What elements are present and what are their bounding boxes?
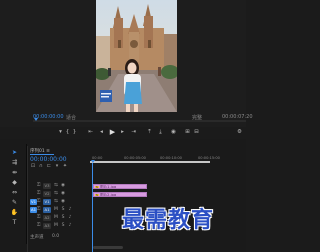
ruler-tick-label: 00:00:05:00 <box>124 156 146 160</box>
video-preview <box>96 0 177 112</box>
hand-tool[interactable]: ✋ <box>10 209 19 217</box>
go-to-in-button[interactable]: ⇤ <box>87 129 94 136</box>
add-marker-icon[interactable]: ▾ <box>54 164 60 169</box>
mark-out-button[interactable]: } <box>71 129 78 136</box>
source-patch-a1[interactable]: A1 <box>30 207 37 213</box>
microphone-icon[interactable]: ♪ <box>67 207 73 212</box>
fx-badge-icon: fx <box>95 185 99 189</box>
program-playhead[interactable] <box>34 118 38 121</box>
tools-panel: ➤ ⇶ ⇹ ◆ ⇔ ✎ ✋ T <box>4 144 27 244</box>
lift-button[interactable]: ⤒ <box>146 129 153 136</box>
microphone-icon[interactable]: ♪ <box>67 215 73 220</box>
sync-lock-icon[interactable]: ⇆ <box>53 191 59 196</box>
lock-icon[interactable]: ⚿ <box>37 191 42 196</box>
track-select-tool[interactable]: ⇶ <box>10 159 19 167</box>
type-tool[interactable]: T <box>10 219 19 227</box>
mute-icon[interactable]: M <box>53 215 59 220</box>
track-target-a2[interactable]: A2 <box>43 215 51 221</box>
timeline-scrollbar[interactable] <box>93 246 123 249</box>
sequence-tab-indicator <box>30 154 54 155</box>
program-monitor: 00:00:00:00 适合 完整 00:00:07:20 ▾{} ⇤ ◂ ▶ ▸ ⇥ ⤒ ⤓… <box>0 0 253 136</box>
eye-icon[interactable]: ◉ <box>60 183 66 188</box>
clip-label: 图片2.jpg <box>100 193 117 197</box>
solo-icon[interactable]: S <box>60 207 66 212</box>
razor-tool[interactable]: ◆ <box>10 179 19 187</box>
eye-icon[interactable]: ◉ <box>60 199 66 204</box>
wrench-icon[interactable]: ✦ <box>62 164 68 169</box>
clip-label: 图片1.jpg <box>100 185 117 189</box>
lock-icon[interactable]: ⚿ <box>37 223 42 228</box>
mark-in-button[interactable]: { <box>64 129 71 136</box>
source-patch-v1[interactable]: V1 <box>30 199 37 205</box>
pen-tool[interactable]: ✎ <box>10 199 19 207</box>
track-target-a1[interactable]: A1 <box>43 207 51 213</box>
ripple-edit-tool[interactable]: ⇹ <box>10 169 19 177</box>
lock-icon[interactable]: ⚿ <box>37 207 42 212</box>
settings-button[interactable]: ⚙ <box>236 129 243 136</box>
slip-tool[interactable]: ⇔ <box>10 189 19 197</box>
sync-lock-icon[interactable]: ⇆ <box>53 199 59 204</box>
track-target-v2[interactable]: V2 <box>43 191 51 197</box>
overwrite-button[interactable]: ⊟ <box>193 129 200 136</box>
microphone-icon[interactable]: ♪ <box>67 223 73 228</box>
ruler-tick-label: 00:00:15:00 <box>198 156 220 160</box>
add-marker-button[interactable]: ▾ <box>57 129 64 136</box>
extract-button[interactable]: ⤓ <box>157 129 164 136</box>
program-time-ruler[interactable] <box>33 120 246 122</box>
master-volume-value[interactable]: 0.0 <box>52 234 59 239</box>
lock-icon[interactable]: ⚿ <box>37 199 42 204</box>
go-to-out-button[interactable]: ⇥ <box>130 129 137 136</box>
mute-icon[interactable]: M <box>53 223 59 228</box>
playhead-line <box>92 163 93 252</box>
nest-icon[interactable]: ⊡ <box>30 164 36 169</box>
insert-button[interactable]: ⊞ <box>184 129 191 136</box>
work-area-bar[interactable] <box>90 161 210 163</box>
track-target-a3[interactable]: A3 <box>43 223 51 229</box>
master-track-label: 主声道 <box>30 235 44 240</box>
mute-icon[interactable]: M <box>53 207 59 212</box>
selection-tool[interactable]: ➤ <box>10 149 19 157</box>
timeline-clip[interactable]: fx 图片2.jpg <box>93 192 147 197</box>
ruler-tick-label: 00:00 <box>92 156 103 160</box>
step-back-button[interactable]: ◂ <box>98 129 105 136</box>
track-target-v3[interactable]: V3 <box>43 183 51 189</box>
track-target-v1[interactable]: V1 <box>43 199 51 205</box>
lock-icon[interactable]: ⚿ <box>37 183 42 188</box>
lock-icon[interactable]: ⚿ <box>37 215 42 220</box>
fx-badge-icon: fx <box>95 193 99 197</box>
eye-icon[interactable]: ◉ <box>60 191 66 196</box>
step-forward-button[interactable]: ▸ <box>119 129 126 136</box>
sync-lock-icon[interactable]: ⇆ <box>53 183 59 188</box>
watermark: 最需教育 <box>122 207 215 233</box>
solo-icon[interactable]: S <box>60 223 66 228</box>
snap-icon[interactable]: ∩ <box>38 164 44 169</box>
sequence-timecode[interactable]: 00:00:00:00 <box>30 156 67 163</box>
ruler-tick-label: 00:00:10:00 <box>160 156 182 160</box>
play-button[interactable]: ▶ <box>109 129 116 136</box>
linked-selection-icon[interactable]: ⊏ <box>46 164 52 169</box>
solo-icon[interactable]: S <box>60 215 66 220</box>
timeline-clip[interactable]: fx 图片1.jpg <box>93 184 147 189</box>
export-frame-button[interactable]: ◉ <box>170 129 177 136</box>
